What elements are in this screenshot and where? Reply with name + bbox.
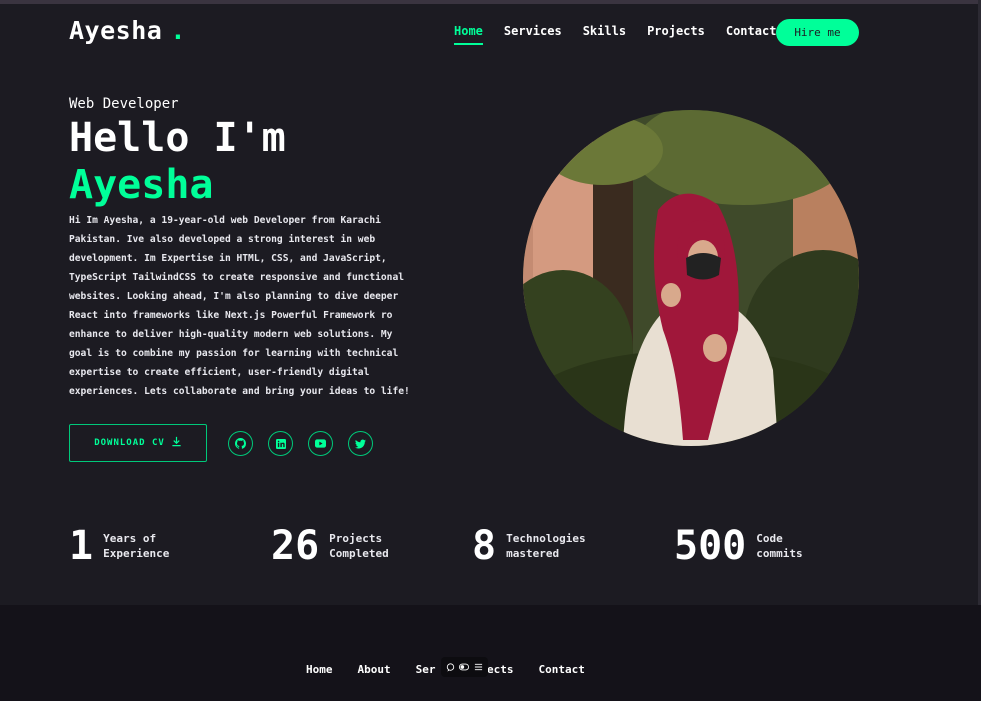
logo-text: Ayesha: [69, 16, 163, 45]
linkedin-icon[interactable]: [268, 431, 293, 456]
footer-link-services[interactable]: Ser: [416, 663, 436, 676]
stat-label-line: commits: [756, 547, 803, 560]
logo[interactable]: Ayesha.: [69, 16, 186, 45]
menu-icon[interactable]: [473, 662, 483, 672]
nav-projects[interactable]: Projects: [647, 24, 705, 45]
stat-label-line: Completed: [329, 547, 389, 560]
stat-label-line: Experience: [103, 547, 170, 560]
stat-years: 1 Years of Experience: [69, 523, 169, 569]
stat-label: Projects Completed: [329, 531, 389, 561]
stat-technologies: 8 Technologies mastered: [472, 523, 586, 569]
download-cv-label: DOWNLOAD CV: [94, 438, 165, 448]
window-top-border: [0, 0, 981, 4]
stat-number: 1: [69, 523, 94, 569]
hero-name: Ayesha: [69, 162, 214, 208]
stat-label-line: Projects: [329, 532, 383, 545]
toggle-icon[interactable]: [459, 662, 470, 672]
stat-label-line: mastered: [506, 547, 560, 560]
social-links: [228, 431, 373, 456]
hire-me-button[interactable]: Hire me: [776, 19, 859, 46]
nav-contact[interactable]: Contact: [726, 24, 777, 45]
logo-dot: .: [170, 16, 186, 45]
stat-number: 8: [472, 523, 497, 569]
stat-label-line: Code: [756, 532, 783, 545]
nav-home[interactable]: Home: [454, 24, 483, 45]
comment-icon[interactable]: [446, 662, 456, 672]
footer: [0, 605, 981, 701]
stat-projects: 26 Projects Completed: [271, 523, 389, 569]
hero-bio: Hi Im Ayesha, a 19-year-old web Develope…: [69, 215, 410, 397]
github-icon[interactable]: [228, 431, 253, 456]
footer-link-home[interactable]: Home: [306, 663, 333, 676]
youtube-icon[interactable]: [308, 431, 333, 456]
stat-label: Code commits: [756, 531, 802, 561]
main-nav: Home Services Skills Projects Contact: [454, 24, 776, 45]
stat-label: Technologies mastered: [506, 531, 585, 561]
stat-label-line: Years of: [103, 532, 157, 545]
stat-number: 26: [271, 523, 320, 569]
twitter-icon[interactable]: [348, 431, 373, 456]
stat-number: 500: [674, 523, 747, 569]
stat-label-line: Technologies: [506, 532, 586, 545]
download-icon: [171, 436, 182, 450]
hero-greeting: Hello I'm: [69, 115, 286, 161]
footer-link-about[interactable]: About: [358, 663, 391, 676]
profile-photo: [523, 110, 859, 446]
nav-skills[interactable]: Skills: [583, 24, 626, 45]
footer-link-contact[interactable]: Contact: [538, 663, 584, 676]
stat-commits: 500 Code commits: [674, 523, 803, 569]
download-cv-button[interactable]: DOWNLOAD CV: [69, 424, 207, 462]
hero-role: Web Developer: [69, 96, 179, 112]
floating-toolbar: [441, 657, 488, 677]
stat-label: Years of Experience: [103, 531, 169, 561]
nav-services[interactable]: Services: [504, 24, 562, 45]
